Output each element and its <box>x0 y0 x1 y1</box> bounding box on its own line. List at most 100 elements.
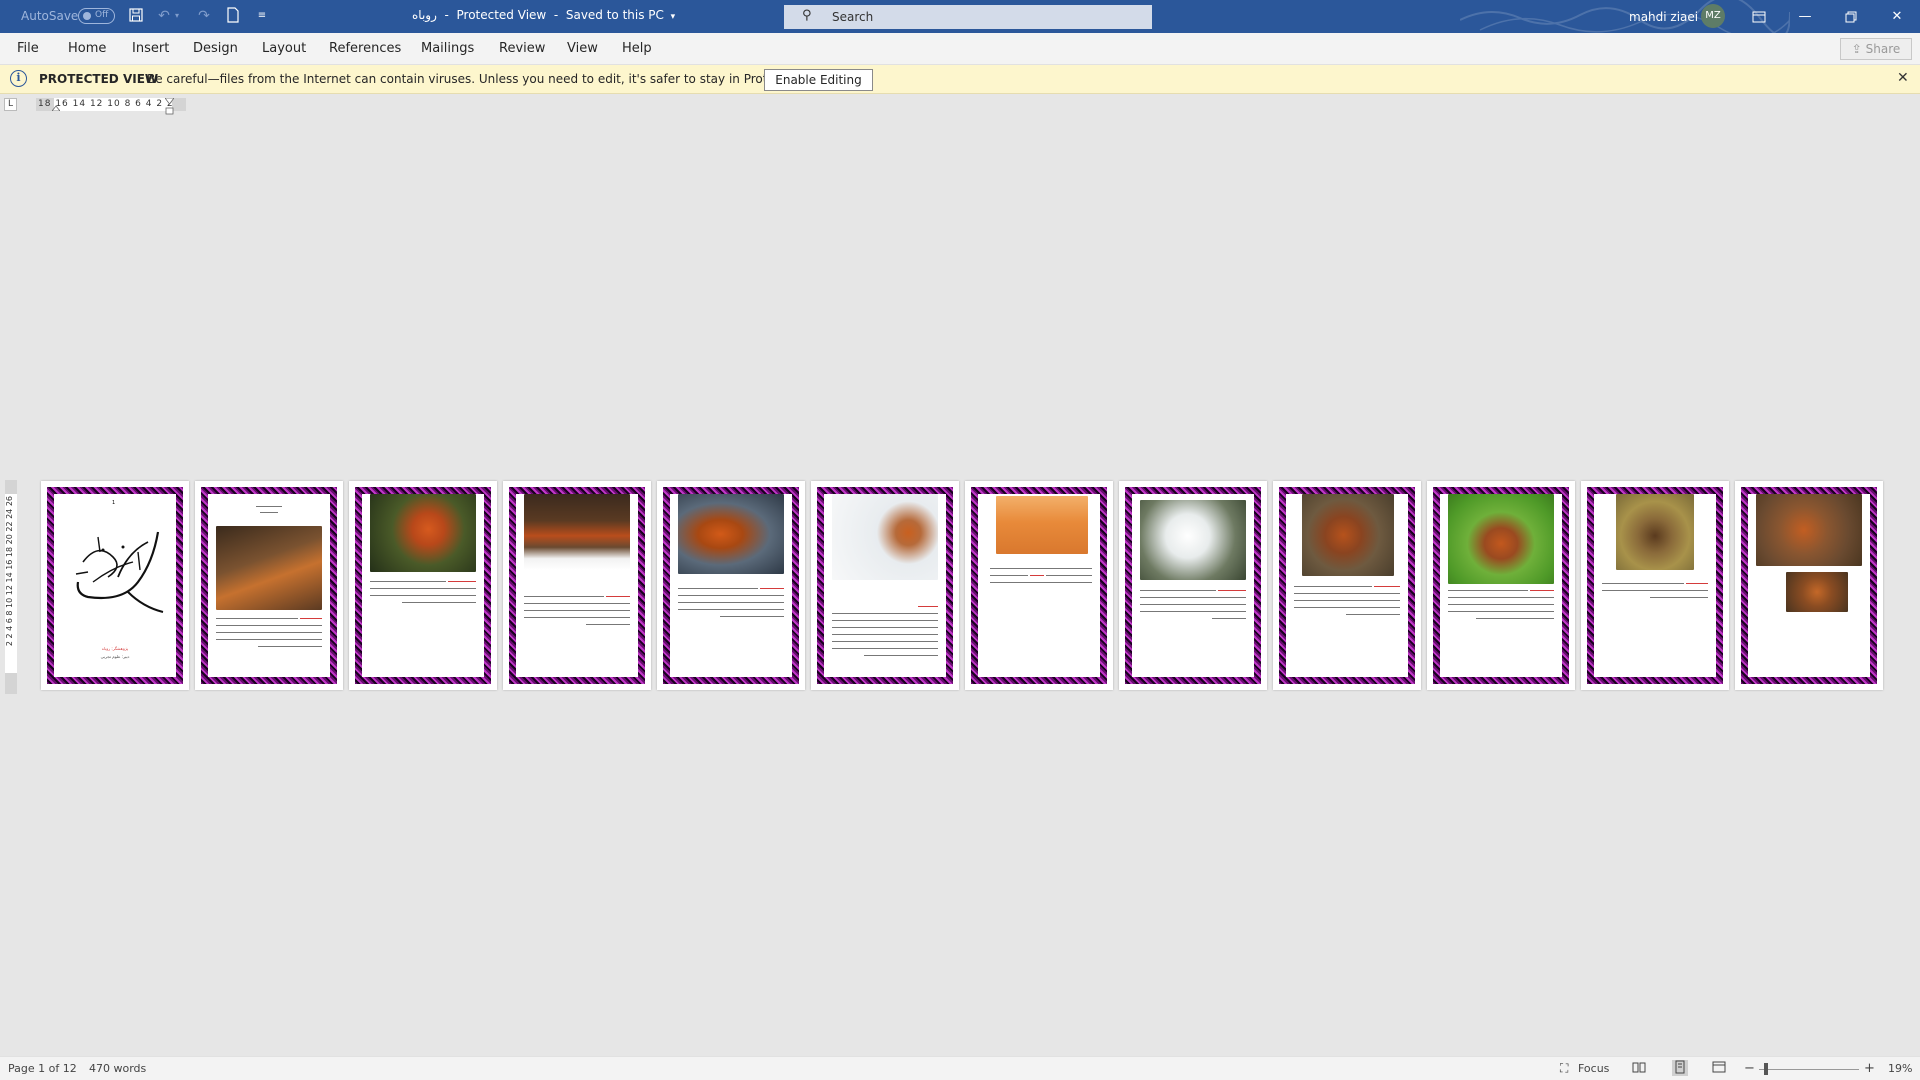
search-placeholder: Search <box>832 10 874 24</box>
page-1[interactable]: 1 پژوهشگر: روباه دبیر: علوم تجربی <box>41 481 189 690</box>
fox-photo <box>1448 494 1554 584</box>
tab-view[interactable]: View <box>567 41 598 56</box>
title-separator-2: - <box>553 8 559 22</box>
page-count[interactable]: Page 1 of 12 <box>8 1062 77 1075</box>
page-content <box>1440 494 1562 677</box>
avatar[interactable]: MZ <box>1701 4 1725 28</box>
fox-photo <box>1616 494 1694 570</box>
protected-view-message: Be careful—files from the Internet can c… <box>147 72 837 86</box>
enable-editing-button[interactable]: Enable Editing <box>764 69 873 91</box>
protected-view-bar: i PROTECTED VIEW Be careful—files from t… <box>0 65 1920 94</box>
page-content <box>1748 494 1870 677</box>
title-separator: - <box>444 8 449 22</box>
fox-photo <box>1756 494 1862 566</box>
tab-layout[interactable]: Layout <box>262 41 306 56</box>
fox-photo <box>996 496 1088 554</box>
save-status[interactable]: Saved to this PC <box>566 8 664 22</box>
page-content <box>1132 494 1254 677</box>
fox-photo <box>1140 500 1246 580</box>
undo-dropdown-icon[interactable]: ▾ <box>172 7 182 25</box>
document-title: روباه - Protected View - Saved to this P… <box>412 8 675 22</box>
redo-icon[interactable]: ↷ <box>195 7 213 25</box>
view-mode: Protected View <box>456 8 547 22</box>
page-content <box>978 494 1100 677</box>
autosave-label: AutoSave <box>21 9 79 23</box>
zoom-level[interactable]: 19% <box>1888 1062 1912 1075</box>
right-indent-marker-icon[interactable] <box>165 98 174 115</box>
page-content: 1 پژوهشگر: روباه دبیر: علوم تجربی <box>54 494 176 677</box>
autosave-toggle[interactable]: Off <box>78 8 115 24</box>
close-icon[interactable]: ✕ <box>1874 0 1920 33</box>
user-name[interactable]: mahdi ziaei <box>1629 10 1698 24</box>
focus-icon[interactable]: ⛶ <box>1560 1061 1568 1076</box>
ruler-margin-right <box>172 98 186 111</box>
page-8[interactable] <box>1119 481 1267 690</box>
page-12[interactable] <box>1735 481 1883 690</box>
fox-photo <box>1302 494 1394 576</box>
tab-file[interactable]: File <box>17 41 39 56</box>
page-3[interactable] <box>349 481 497 690</box>
info-icon: i <box>10 70 27 87</box>
zoom-slider-thumb[interactable] <box>1764 1063 1768 1075</box>
customize-qat-icon[interactable]: ≡ <box>253 7 271 25</box>
share-label: Share <box>1865 42 1901 56</box>
undo-icon[interactable]: ↶ <box>155 7 173 25</box>
page-10[interactable] <box>1427 481 1575 690</box>
page-11[interactable] <box>1581 481 1729 690</box>
word-count[interactable]: 470 words <box>89 1062 146 1075</box>
title-bar: AutoSave Off ↶ ▾ ↷ ≡ روباه - Protected V… <box>0 0 1920 33</box>
ribbon-display-icon[interactable] <box>1736 0 1782 33</box>
page-number: 1 <box>112 500 116 506</box>
horizontal-ruler[interactable]: 18 16 14 12 10 8 6 4 2 2 <box>36 98 186 115</box>
page-5[interactable] <box>657 481 805 690</box>
indent-marker-icon[interactable] <box>52 102 60 111</box>
tab-insert[interactable]: Insert <box>132 41 169 56</box>
search-icon: ⚲ <box>802 8 812 23</box>
protected-view-label: PROTECTED VIEW <box>39 72 159 86</box>
ruler-margin-top <box>5 480 17 494</box>
tab-design[interactable]: Design <box>193 41 238 56</box>
autosave-state: Off <box>95 10 109 20</box>
zoom-in-icon[interactable]: + <box>1864 1061 1875 1076</box>
page-content <box>208 494 330 677</box>
page-content <box>1286 494 1408 677</box>
zoom-out-icon[interactable]: − <box>1744 1061 1755 1076</box>
focus-label[interactable]: Focus <box>1578 1062 1609 1075</box>
tab-references[interactable]: References <box>329 41 401 56</box>
page-6[interactable] <box>811 481 959 690</box>
vertical-ruler[interactable]: 2 2 4 6 8 10 12 14 16 18 20 22 24 26 <box>5 480 17 694</box>
page-content <box>670 494 792 677</box>
page-7[interactable] <box>965 481 1113 690</box>
fox-photo <box>370 494 476 572</box>
page-content <box>362 494 484 677</box>
tab-selector[interactable]: L <box>4 98 17 111</box>
menu-bar: File Home Insert Design Layout Reference… <box>0 33 1920 65</box>
tab-help[interactable]: Help <box>622 41 652 56</box>
restore-icon[interactable] <box>1828 0 1874 33</box>
tab-home[interactable]: Home <box>68 41 106 56</box>
document-name: روباه <box>412 8 437 22</box>
share-button[interactable]: ⇪ Share <box>1840 38 1912 60</box>
fox-photo <box>832 494 938 580</box>
save-icon[interactable] <box>127 7 145 25</box>
web-layout-icon[interactable] <box>1712 1061 1726 1077</box>
new-document-icon[interactable] <box>224 7 242 25</box>
document-pages[interactable]: 1 پژوهشگر: روباه دبیر: علوم تجربی <box>41 481 1884 691</box>
read-mode-icon[interactable] <box>1632 1061 1646 1077</box>
chevron-down-icon[interactable]: ▾ <box>668 12 676 22</box>
tab-mailings[interactable]: Mailings <box>421 41 474 56</box>
minimize-icon[interactable]: — <box>1782 0 1828 33</box>
page-content <box>516 494 638 677</box>
tab-review[interactable]: Review <box>499 41 545 56</box>
page-content <box>1594 494 1716 677</box>
fox-photo <box>1786 572 1848 612</box>
page-4[interactable] <box>503 481 651 690</box>
page-content <box>824 494 946 677</box>
share-icon: ⇪ <box>1851 42 1862 56</box>
close-icon[interactable]: ✕ <box>1897 70 1909 86</box>
zoom-slider[interactable] <box>1759 1069 1859 1070</box>
search-box[interactable]: ⚲ Search <box>784 5 1152 29</box>
print-layout-icon[interactable] <box>1672 1060 1688 1076</box>
page-2[interactable] <box>195 481 343 690</box>
page-9[interactable] <box>1273 481 1421 690</box>
